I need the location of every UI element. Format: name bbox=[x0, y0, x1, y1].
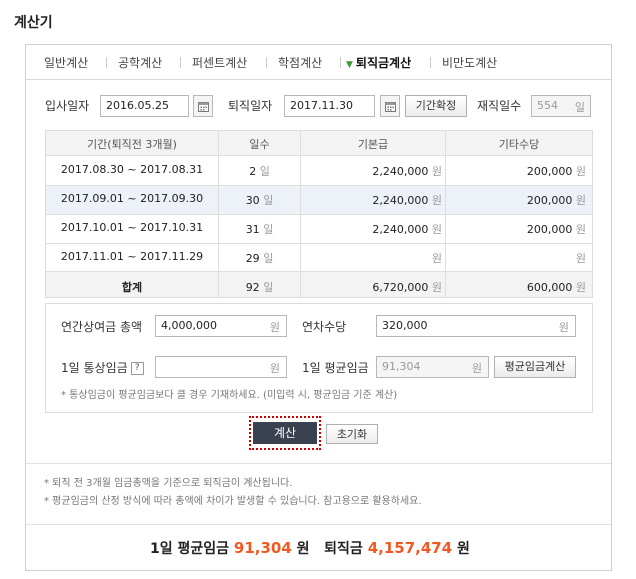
result-severance-unit: 원 bbox=[457, 541, 470, 557]
tab-divider bbox=[340, 57, 341, 68]
calendar-icon[interactable] bbox=[193, 95, 213, 117]
service-days-unit: 일 bbox=[574, 101, 585, 114]
confirm-period-button[interactable]: 기간확정 bbox=[405, 95, 467, 117]
result-severance-value: 4,157,474 bbox=[367, 539, 453, 557]
tab-severance-label: 퇴직금계산 bbox=[355, 56, 412, 70]
result-severance-label: 퇴직금 bbox=[324, 541, 363, 557]
end-date-input[interactable]: 2017.11.30 bbox=[284, 95, 375, 117]
row-base-pay[interactable]: 2,240,000 원 bbox=[301, 221, 442, 237]
row-base-pay[interactable]: 원 bbox=[301, 250, 442, 266]
annual-leave-label: 연차수당 bbox=[302, 320, 347, 334]
ordinary-wage-note: * 통상임금이 평균임금보다 클 경우 기재하세요. (미입력 시, 평균임금 … bbox=[61, 390, 398, 401]
avg-wage-calc-button[interactable]: 평균임금계산 bbox=[494, 356, 576, 378]
service-days-value: 554 bbox=[537, 99, 558, 112]
row-extra-pay[interactable]: 200,000 원 bbox=[446, 221, 586, 237]
divider bbox=[26, 463, 611, 464]
col-header-period: 기간(퇴직전 3개월) bbox=[87, 138, 177, 151]
table-divider bbox=[445, 131, 446, 297]
table-divider bbox=[46, 214, 592, 215]
row-days[interactable]: 31 일 bbox=[219, 221, 300, 237]
total-base-pay: 6,720,000 원 bbox=[372, 281, 442, 294]
tab-scientific[interactable]: 공학계산 bbox=[118, 54, 162, 71]
row-days[interactable]: 2 일 bbox=[219, 163, 300, 179]
table-divider bbox=[46, 271, 592, 272]
col-header-days: 일수 bbox=[249, 138, 270, 151]
tab-general[interactable]: 일반계산 bbox=[44, 54, 88, 71]
table-divider bbox=[300, 131, 301, 297]
tab-severance[interactable]: ▼ 퇴직금계산 bbox=[346, 54, 411, 71]
table-divider bbox=[46, 243, 592, 244]
tab-bmi[interactable]: 비만도계산 bbox=[442, 54, 497, 71]
total-extra-pay: 600,000 원 bbox=[526, 281, 586, 294]
result-avg-value: 91,304 bbox=[233, 539, 292, 557]
col-header-extra-pay: 기타수당 bbox=[498, 138, 540, 151]
avg-wage-field: 91,304 원 bbox=[376, 356, 489, 378]
table-divider bbox=[218, 131, 219, 297]
ordinary-wage-input[interactable]: 원 bbox=[155, 356, 287, 378]
tab-divider bbox=[180, 57, 181, 68]
row-days[interactable]: 30 일 bbox=[219, 192, 300, 208]
note-line: * 퇴직 전 3개월 임금총액을 기준으로 퇴직금이 계산됩니다. bbox=[44, 478, 293, 489]
row-base-pay[interactable]: 2,240,000 원 bbox=[301, 192, 442, 208]
tab-divider bbox=[266, 57, 267, 68]
tab-grade[interactable]: 학점계산 bbox=[278, 54, 322, 71]
avg-wage-label: 1일 평균임금 bbox=[302, 361, 369, 375]
divider bbox=[26, 524, 611, 525]
tab-divider bbox=[106, 57, 107, 68]
total-label: 합계 bbox=[121, 281, 143, 294]
table-divider bbox=[46, 185, 592, 186]
active-triangle-icon: ▼ bbox=[346, 60, 353, 70]
end-date-label: 퇴직일자 bbox=[228, 99, 273, 113]
page-title: 계산기 bbox=[14, 15, 53, 31]
row-extra-pay[interactable]: 200,000 원 bbox=[446, 192, 586, 208]
annual-leave-input[interactable]: 320,000 원 bbox=[376, 315, 576, 337]
reset-button[interactable]: 초기화 bbox=[326, 424, 378, 444]
result-avg-label: 1일 평균임금 bbox=[150, 541, 230, 557]
row-period: 2017.10.01 ~ 2017.10.31 bbox=[60, 221, 204, 234]
result-avg-unit: 원 bbox=[296, 541, 310, 557]
table-divider bbox=[46, 155, 592, 156]
calendar-icon[interactable] bbox=[380, 95, 400, 117]
tab-percent[interactable]: 퍼센트계산 bbox=[192, 54, 247, 71]
bonus-input[interactable]: 4,000,000 원 bbox=[155, 315, 287, 337]
note-line: * 평균임금의 산정 방식에 따라 총액에 차이가 발생할 수 있습니다. 참고… bbox=[44, 496, 422, 507]
row-period: 2017.08.30 ~ 2017.08.31 bbox=[60, 163, 204, 176]
row-period: 2017.09.01 ~ 2017.09.30 bbox=[60, 192, 204, 205]
service-days-label: 재직일수 bbox=[477, 99, 522, 113]
row-days[interactable]: 29 일 bbox=[219, 250, 300, 266]
tab-bar: 일반계산 공학계산 퍼센트계산 학점계산 ▼ 퇴직금계산 비만도계산 bbox=[26, 45, 611, 80]
row-extra-pay[interactable]: 원 bbox=[446, 250, 586, 266]
help-icon[interactable]: ? bbox=[130, 362, 144, 375]
start-date-label: 입사일자 bbox=[45, 99, 90, 113]
row-period: 2017.11.01 ~ 2017.11.29 bbox=[60, 250, 204, 263]
ordinary-wage-label: 1일 통상임금? bbox=[61, 359, 144, 376]
tab-divider bbox=[430, 57, 431, 68]
service-days-field: 554 일 bbox=[531, 95, 591, 117]
row-extra-pay[interactable]: 200,000 원 bbox=[446, 163, 586, 179]
calculate-button[interactable]: 계산 bbox=[253, 422, 317, 444]
col-header-base-pay: 기본급 bbox=[357, 138, 389, 151]
start-date-input[interactable]: 2016.05.25 bbox=[100, 95, 189, 117]
bonus-label: 연간상여금 총액 bbox=[61, 320, 143, 334]
row-base-pay[interactable]: 2,240,000 원 bbox=[301, 163, 442, 179]
result-summary: 1일 평균임금 91,304 원 퇴직금 4,157,474 원 bbox=[150, 538, 470, 558]
total-days: 92 일 bbox=[245, 281, 274, 294]
